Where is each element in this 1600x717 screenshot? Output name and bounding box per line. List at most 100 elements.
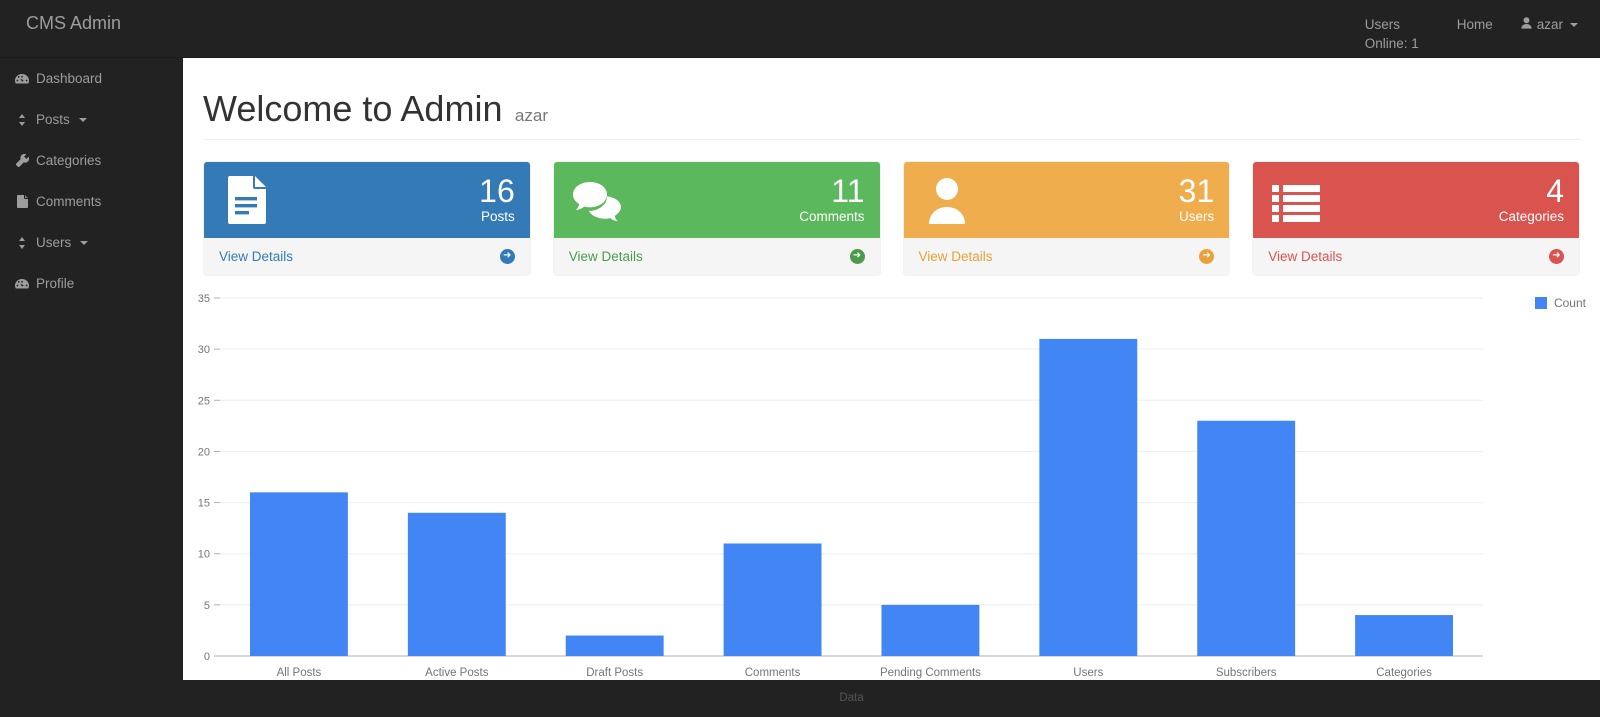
tachometer-icon: [15, 73, 29, 85]
users-online-count: 1: [1411, 36, 1419, 51]
chart-bar: [1039, 339, 1137, 656]
svg-text:10: 10: [198, 548, 210, 560]
sidebar-item-dashboard[interactable]: Dashboard: [0, 58, 183, 99]
view-details-link[interactable]: View Details: [919, 249, 993, 264]
svg-text:15: 15: [198, 497, 210, 509]
user-icon: [1521, 15, 1532, 34]
users-online-label: Users Online:: [1365, 17, 1408, 51]
brand-title[interactable]: CMS Admin: [11, 10, 136, 36]
sidebar-item-label: Posts: [36, 112, 70, 127]
stat-card-count: 16: [479, 174, 515, 208]
sidebar: Dashboard Posts Categories Comments: [0, 58, 183, 717]
chart-canvas[interactable]: 05101520253035All PostsActive PostsDraft…: [183, 286, 1600, 706]
chart-bar: [1197, 420, 1295, 655]
stat-card-posts[interactable]: 16 Posts View Details ➜: [203, 161, 531, 276]
sidebar-item-label: Users: [36, 235, 71, 250]
main-content: Welcome to Admin azar 16 Posts: [183, 58, 1600, 680]
stat-card-numbers: 11 Comments: [799, 174, 864, 226]
svg-text:35: 35: [198, 293, 210, 305]
caret-down-icon: [79, 118, 87, 122]
svg-text:Pending Comments: Pending Comments: [880, 667, 981, 679]
stat-card-footer[interactable]: View Details ➜: [904, 238, 1230, 275]
stat-card-users[interactable]: 31 Users View Details ➜: [903, 161, 1231, 276]
stat-card-numbers: 16 Posts: [479, 174, 515, 226]
legend-label-count: Count: [1554, 296, 1586, 310]
user-dropdown[interactable]: azar: [1507, 8, 1592, 41]
users-online-indicator: Users Online: 1: [1351, 8, 1443, 60]
user-silhouette-icon: [919, 172, 975, 228]
stat-card-label: Posts: [479, 208, 515, 226]
stat-card-count: 4: [1499, 174, 1564, 208]
page-header: Welcome to Admin azar: [203, 58, 1580, 140]
stat-card-count: 11: [799, 174, 864, 208]
sidebar-item-posts[interactable]: Posts: [0, 99, 183, 140]
chart-bar: [566, 635, 664, 655]
svg-text:Draft Posts: Draft Posts: [586, 667, 643, 679]
stat-card-label: Categories: [1499, 208, 1564, 226]
caret-down-icon: [1570, 23, 1578, 27]
stat-card-footer[interactable]: View Details ➜: [554, 238, 880, 275]
sidebar-item-label: Dashboard: [36, 71, 102, 86]
wrench-icon: [15, 154, 29, 167]
stat-card-categories[interactable]: 4 Categories View Details ➜: [1252, 161, 1580, 276]
stat-card-label: Comments: [799, 208, 864, 226]
svg-text:Comments: Comments: [745, 667, 801, 679]
sidebar-item-label: Comments: [36, 194, 101, 209]
caret-down-icon: [80, 241, 88, 245]
page-title: Welcome to Admin: [203, 88, 502, 129]
svg-text:Users: Users: [1073, 667, 1103, 679]
svg-text:0: 0: [204, 651, 210, 663]
sidebar-item-comments[interactable]: Comments: [0, 181, 183, 222]
svg-text:30: 30: [198, 344, 210, 356]
comments-icon: [569, 172, 625, 228]
chart-bar: [408, 512, 506, 655]
svg-text:Data: Data: [839, 692, 864, 704]
svg-text:25: 25: [198, 395, 210, 407]
stat-card-count: 31: [1179, 174, 1215, 208]
stat-card-body: 4 Categories: [1253, 162, 1579, 238]
sidebar-item-categories[interactable]: Categories: [0, 140, 183, 181]
view-details-link[interactable]: View Details: [569, 249, 643, 264]
sidebar-item-label: Profile: [36, 276, 74, 291]
legend-swatch-count: [1535, 297, 1547, 309]
sort-icon: [15, 237, 29, 249]
stat-card-body: 11 Comments: [554, 162, 880, 238]
topbar-right-group: Users Online: 1 Home azar: [1351, 8, 1592, 60]
sidebar-item-users[interactable]: Users: [0, 222, 183, 263]
svg-text:20: 20: [198, 446, 210, 458]
chart-bar: [250, 492, 348, 656]
top-navbar: CMS Admin Users Online: 1 Home azar: [0, 0, 1600, 58]
chart-bar: [881, 604, 979, 655]
stat-card-body: 16 Posts: [204, 162, 530, 238]
svg-text:5: 5: [204, 599, 210, 611]
bar-chart[interactable]: 05101520253035All PostsActive PostsDraft…: [183, 286, 1600, 706]
svg-text:Active Posts: Active Posts: [425, 667, 489, 679]
chart-bar: [1355, 615, 1453, 656]
arrow-circle-right-icon[interactable]: ➜: [1549, 249, 1564, 264]
arrow-circle-right-icon[interactable]: ➜: [500, 249, 515, 264]
stat-card-footer[interactable]: View Details ➜: [204, 238, 530, 275]
svg-text:Categories: Categories: [1376, 667, 1432, 679]
view-details-link[interactable]: View Details: [1268, 249, 1342, 264]
sort-icon: [15, 114, 29, 126]
arrow-circle-right-icon[interactable]: ➜: [1199, 249, 1214, 264]
stat-card-body: 31 Users: [904, 162, 1230, 238]
page-subtitle: azar: [515, 106, 548, 125]
file-icon: [15, 195, 29, 208]
sidebar-item-label: Categories: [36, 153, 101, 168]
document-icon: [219, 172, 275, 228]
stat-card-numbers: 4 Categories: [1499, 174, 1564, 226]
stat-card-numbers: 31 Users: [1179, 174, 1215, 226]
stat-cards-row: 16 Posts View Details ➜ 11 Comm: [183, 140, 1600, 276]
view-details-link[interactable]: View Details: [219, 249, 293, 264]
user-name: azar: [1537, 15, 1563, 34]
list-icon: [1268, 172, 1324, 228]
sidebar-item-profile[interactable]: Profile: [0, 263, 183, 304]
stat-card-label: Users: [1179, 208, 1215, 226]
tachometer-icon: [15, 278, 29, 290]
nav-home-link[interactable]: Home: [1443, 8, 1507, 41]
stat-card-comments[interactable]: 11 Comments View Details ➜: [553, 161, 881, 276]
stat-card-footer[interactable]: View Details ➜: [1253, 238, 1579, 275]
arrow-circle-right-icon[interactable]: ➜: [850, 249, 865, 264]
chart-legend[interactable]: Count: [1535, 296, 1586, 310]
